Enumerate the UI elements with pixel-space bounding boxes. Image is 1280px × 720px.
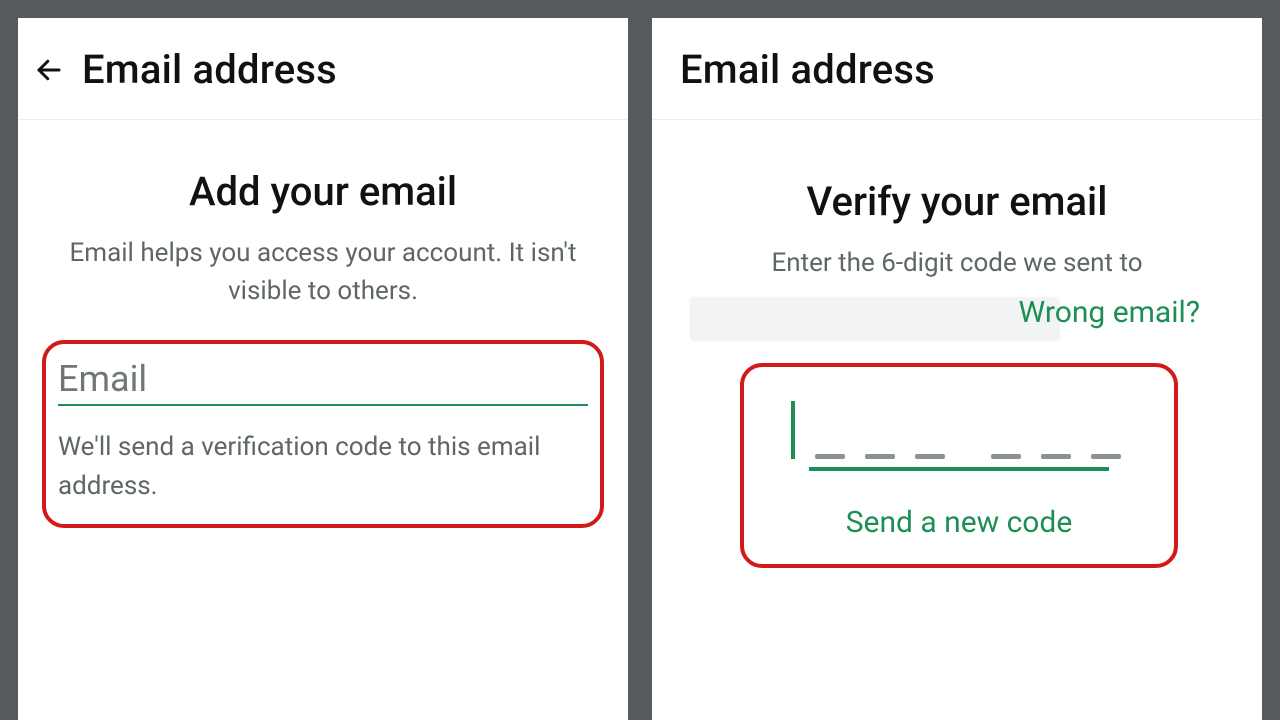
code-slot bbox=[1091, 454, 1121, 459]
screenshot-pair: Email address Add your email Email helps… bbox=[18, 18, 1262, 720]
input-underline bbox=[58, 404, 588, 406]
sent-to-row: Wrong email? bbox=[680, 291, 1234, 347]
subtext: Email helps you access your account. It … bbox=[46, 235, 600, 310]
code-entry-highlight: Send a new code bbox=[740, 363, 1178, 568]
resend-code-link[interactable]: Send a new code bbox=[768, 505, 1150, 540]
code-slot bbox=[991, 454, 1021, 459]
back-arrow-icon[interactable] bbox=[32, 53, 66, 87]
email-field[interactable]: Email bbox=[58, 358, 588, 404]
input-underline bbox=[809, 467, 1109, 471]
wrong-email-link[interactable]: Wrong email? bbox=[1019, 295, 1200, 330]
page-title: Email address bbox=[680, 46, 935, 93]
header: Email address bbox=[18, 18, 628, 120]
code-slot bbox=[865, 454, 895, 459]
panel-verify-email: Email address Verify your email Enter th… bbox=[652, 18, 1262, 720]
helper-text: We'll send a verification code to this e… bbox=[58, 428, 588, 506]
subtext: Enter the 6-digit code we sent to bbox=[680, 245, 1234, 283]
content: Verify your email Enter the 6-digit code… bbox=[652, 120, 1262, 568]
page-title: Email address bbox=[82, 46, 337, 93]
content: Add your email Email helps you access yo… bbox=[18, 120, 628, 528]
redacted-email bbox=[690, 297, 1060, 341]
header: Email address bbox=[652, 18, 1262, 120]
code-slot bbox=[1041, 454, 1071, 459]
code-input[interactable] bbox=[768, 395, 1150, 459]
code-slot bbox=[915, 454, 945, 459]
heading: Verify your email bbox=[680, 178, 1234, 225]
panel-add-email: Email address Add your email Email helps… bbox=[18, 18, 628, 720]
heading: Add your email bbox=[46, 168, 600, 215]
code-slot bbox=[815, 454, 845, 459]
email-field-highlight: Email We'll send a verification code to … bbox=[42, 340, 604, 528]
text-caret bbox=[791, 401, 795, 459]
